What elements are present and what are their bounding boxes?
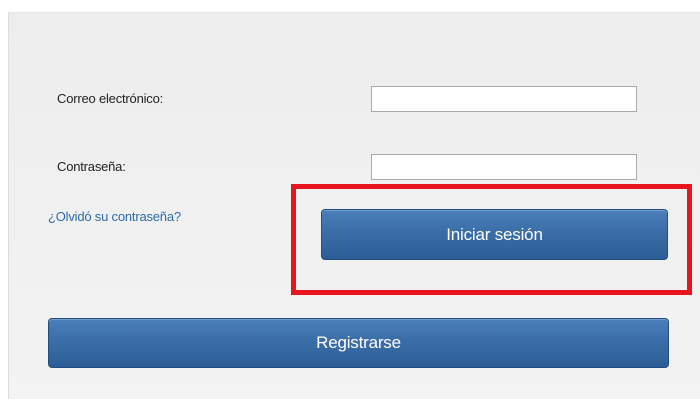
password-label: Contraseña: [57,159,126,174]
email-field[interactable] [371,86,637,112]
password-field[interactable] [371,154,637,180]
register-button[interactable]: Registrarse [48,318,669,368]
login-button[interactable]: Iniciar sesión [321,209,668,260]
email-label: Correo electrónico: [57,91,164,106]
forgot-password-link[interactable]: ¿Olvidó su contraseña? [48,209,181,224]
